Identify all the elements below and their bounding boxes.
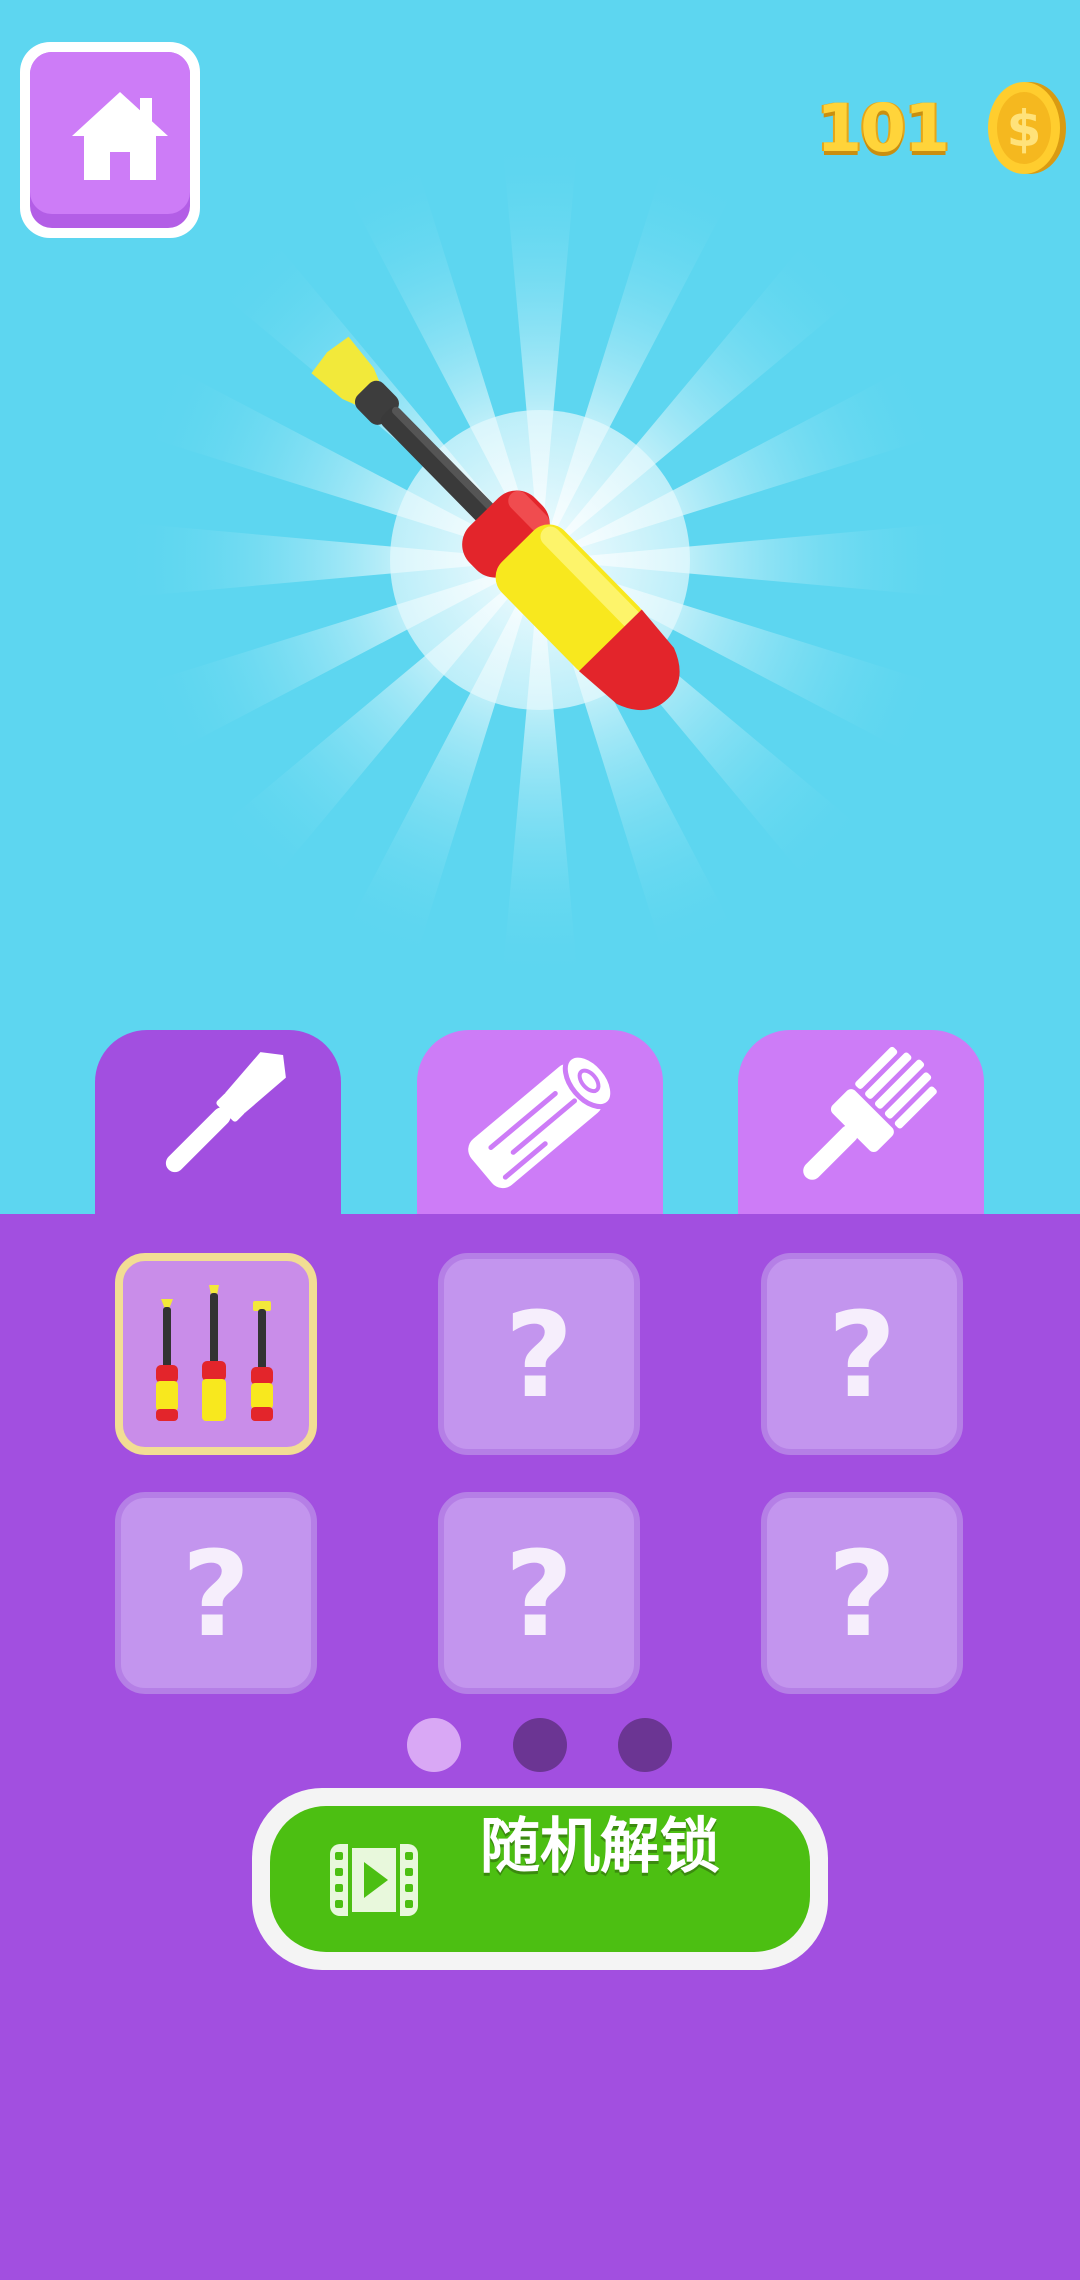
page-dot-1[interactable] — [407, 1718, 461, 1772]
grid-slot-locked[interactable]: ? — [115, 1492, 317, 1694]
paint-brush-icon — [803, 1046, 937, 1180]
locked-question-mark: ? — [827, 1286, 897, 1424]
screwdriver-set-icon — [156, 1285, 273, 1421]
chisel-icon — [165, 1052, 286, 1173]
wood-log-icon — [468, 1052, 616, 1189]
random-unlock-button-face: 随机解锁 — [270, 1806, 810, 1952]
video-film-icon — [330, 1844, 418, 1916]
grid-slot-locked[interactable]: ? — [761, 1492, 963, 1694]
tab-chisel[interactable] — [95, 1030, 341, 1220]
grid-slot-locked[interactable]: ? — [761, 1253, 963, 1455]
locked-question-mark: ? — [827, 1525, 897, 1663]
page-dot-3[interactable] — [618, 1718, 672, 1772]
game-screen: 101 $ ? ? ? ? ? 随机解锁 — [0, 0, 1080, 2280]
page-indicator — [0, 1718, 1080, 1774]
random-unlock-label: 随机解锁 — [480, 1812, 720, 1882]
tab-wood[interactable] — [417, 1030, 663, 1220]
random-unlock-button[interactable]: 随机解锁 — [252, 1788, 828, 1970]
category-tabs — [0, 1030, 1080, 1220]
grid-slot-screwdrivers[interactable] — [115, 1253, 317, 1455]
locked-question-mark: ? — [504, 1525, 574, 1663]
locked-question-mark: ? — [181, 1525, 251, 1663]
grid-slot-locked[interactable]: ? — [438, 1492, 640, 1694]
grid-slot-locked[interactable]: ? — [438, 1253, 640, 1455]
locked-question-mark: ? — [504, 1286, 574, 1424]
page-dot-2[interactable] — [513, 1718, 567, 1772]
tab-paint[interactable] — [738, 1030, 984, 1220]
